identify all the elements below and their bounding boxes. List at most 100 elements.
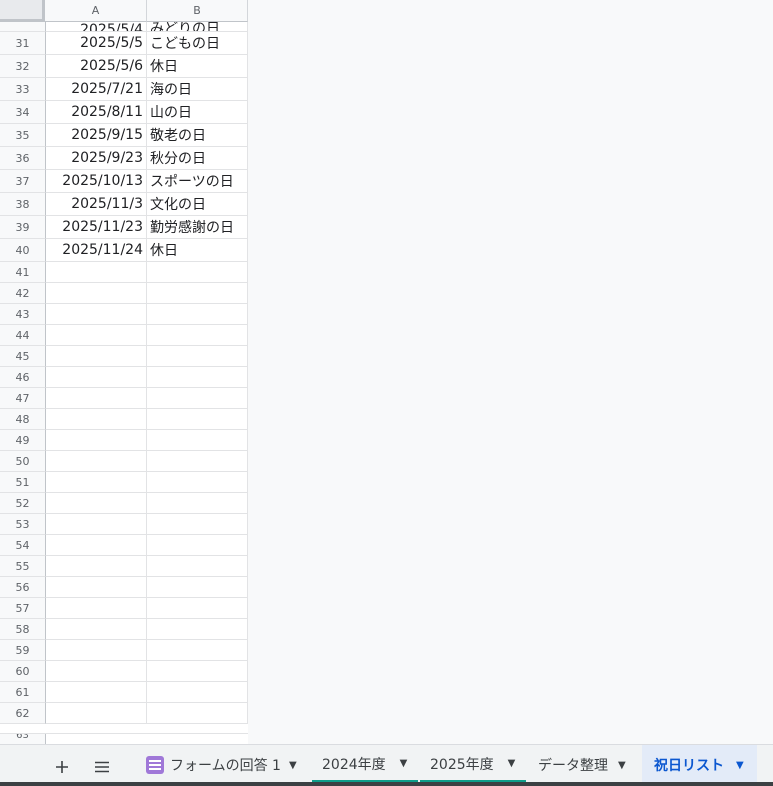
cell-date[interactable] (46, 367, 147, 388)
row-number[interactable]: 34 (0, 101, 46, 124)
row-number[interactable]: 46 (0, 367, 46, 388)
row-number[interactable]: 54 (0, 535, 46, 556)
row-number[interactable]: 51 (0, 472, 46, 493)
row-number[interactable]: 42 (0, 283, 46, 304)
row-number[interactable]: 63 (0, 734, 46, 744)
cell-holiday-name[interactable] (147, 472, 248, 493)
chevron-down-icon[interactable]: ▼ (289, 760, 297, 771)
cell-date[interactable] (46, 346, 147, 367)
cell-a30[interactable]: 2025/5/4 (46, 22, 147, 32)
row-number[interactable]: 37 (0, 170, 46, 193)
cell-holiday-name[interactable] (147, 493, 248, 514)
chevron-down-icon[interactable]: ▼ (618, 760, 626, 771)
row-number[interactable] (0, 22, 46, 32)
cell-holiday-name[interactable]: 敬老の日 (147, 124, 248, 147)
cell-holiday-name[interactable] (147, 262, 248, 283)
cell-date[interactable]: 2025/11/24 (46, 239, 147, 262)
row-number[interactable]: 55 (0, 556, 46, 577)
cell-holiday-name[interactable]: 山の日 (147, 101, 248, 124)
cell-date[interactable] (46, 535, 147, 556)
cell-date[interactable]: 2025/10/13 (46, 170, 147, 193)
tab-data-cleanup[interactable]: データ整理 ▼ (528, 747, 636, 783)
cell-date[interactable]: 2025/9/23 (46, 147, 147, 170)
row-number[interactable]: 53 (0, 514, 46, 535)
spreadsheet-grid-area[interactable]: A B 2025/5/4 みどりの日 31 2025/5/5 こどもの日 32 2025… (0, 0, 773, 744)
cell-holiday-name[interactable] (147, 304, 248, 325)
row-number[interactable]: 43 (0, 304, 46, 325)
cell-date[interactable] (46, 619, 147, 640)
row-number[interactable]: 62 (0, 703, 46, 724)
row-number[interactable]: 45 (0, 346, 46, 367)
row-number[interactable]: 40 (0, 239, 46, 262)
tab-2024[interactable]: 2024年度 ▼ (312, 747, 418, 783)
cell-holiday-name[interactable] (147, 346, 248, 367)
cell-date[interactable] (46, 262, 147, 283)
row-number[interactable]: 35 (0, 124, 46, 147)
cell-date[interactable] (46, 577, 147, 598)
row-number[interactable]: 49 (0, 430, 46, 451)
cell-holiday-name[interactable] (147, 367, 248, 388)
cell-date[interactable] (46, 283, 147, 304)
cell-date[interactable] (46, 325, 147, 346)
cell-date[interactable] (46, 304, 147, 325)
row-number[interactable]: 36 (0, 147, 46, 170)
cell-holiday-name[interactable] (147, 682, 248, 703)
tab-holiday-list[interactable]: 祝日リスト ▼ (642, 745, 757, 785)
cell-holiday-name[interactable]: 休日 (147, 55, 248, 78)
cell-date[interactable]: 2025/11/3 (46, 193, 147, 216)
cell-date[interactable]: 2025/5/6 (46, 55, 147, 78)
cell-holiday-name[interactable] (147, 661, 248, 682)
cell-holiday-name[interactable] (147, 388, 248, 409)
cell-date[interactable] (46, 388, 147, 409)
row-number[interactable]: 47 (0, 388, 46, 409)
select-all-corner[interactable] (0, 0, 45, 22)
cell-date[interactable]: 2025/7/21 (46, 78, 147, 101)
cell-holiday-name[interactable]: スポーツの日 (147, 170, 248, 193)
cell-date[interactable] (46, 430, 147, 451)
cell-b30[interactable]: みどりの日 (147, 22, 248, 32)
row-number[interactable]: 38 (0, 193, 46, 216)
cell-date[interactable] (46, 682, 147, 703)
chevron-down-icon[interactable]: ▼ (736, 760, 744, 771)
cell-date[interactable] (46, 514, 147, 535)
cell-holiday-name[interactable]: 勤労感謝の日 (147, 216, 248, 239)
cell-date[interactable]: 2025/5/5 (46, 32, 147, 55)
cell-holiday-name[interactable]: 休日 (147, 239, 248, 262)
cell-holiday-name[interactable] (147, 514, 248, 535)
cell-date[interactable]: 2025/8/11 (46, 101, 147, 124)
column-header-a[interactable]: A (45, 0, 147, 22)
row-number[interactable]: 32 (0, 55, 46, 78)
cell-date[interactable] (46, 661, 147, 682)
tab-2025[interactable]: 2025年度 ▼ (420, 747, 526, 783)
cell-date[interactable] (46, 703, 147, 724)
row-number[interactable]: 31 (0, 32, 46, 55)
cell-holiday-name[interactable] (147, 598, 248, 619)
row-number[interactable]: 57 (0, 598, 46, 619)
chevron-down-icon[interactable]: ▼ (508, 758, 516, 769)
chevron-down-icon[interactable]: ▼ (400, 758, 408, 769)
cell-date[interactable] (46, 493, 147, 514)
sheet-grid[interactable]: A B 2025/5/4 みどりの日 31 2025/5/5 こどもの日 32 2025… (0, 0, 248, 744)
cell-date[interactable] (46, 472, 147, 493)
row-number[interactable]: 48 (0, 409, 46, 430)
row-number[interactable]: 52 (0, 493, 46, 514)
row-number[interactable]: 59 (0, 640, 46, 661)
cell-holiday-name[interactable] (147, 535, 248, 556)
cell-date[interactable] (46, 640, 147, 661)
cell-holiday-name[interactable]: こどもの日 (147, 32, 248, 55)
row-number[interactable]: 44 (0, 325, 46, 346)
row-number[interactable]: 39 (0, 216, 46, 239)
cell-date[interactable] (46, 556, 147, 577)
row-number[interactable]: 58 (0, 619, 46, 640)
cell-date[interactable]: 2025/9/15 (46, 124, 147, 147)
row-number[interactable]: 61 (0, 682, 46, 703)
row-number[interactable]: 41 (0, 262, 46, 283)
cell-date[interactable] (46, 451, 147, 472)
cell-holiday-name[interactable]: 秋分の日 (147, 147, 248, 170)
row-number[interactable]: 50 (0, 451, 46, 472)
row-number[interactable]: 56 (0, 577, 46, 598)
cell-holiday-name[interactable]: 文化の日 (147, 193, 248, 216)
cell-holiday-name[interactable] (147, 325, 248, 346)
cell-date[interactable] (46, 598, 147, 619)
cell-date[interactable] (46, 409, 147, 430)
